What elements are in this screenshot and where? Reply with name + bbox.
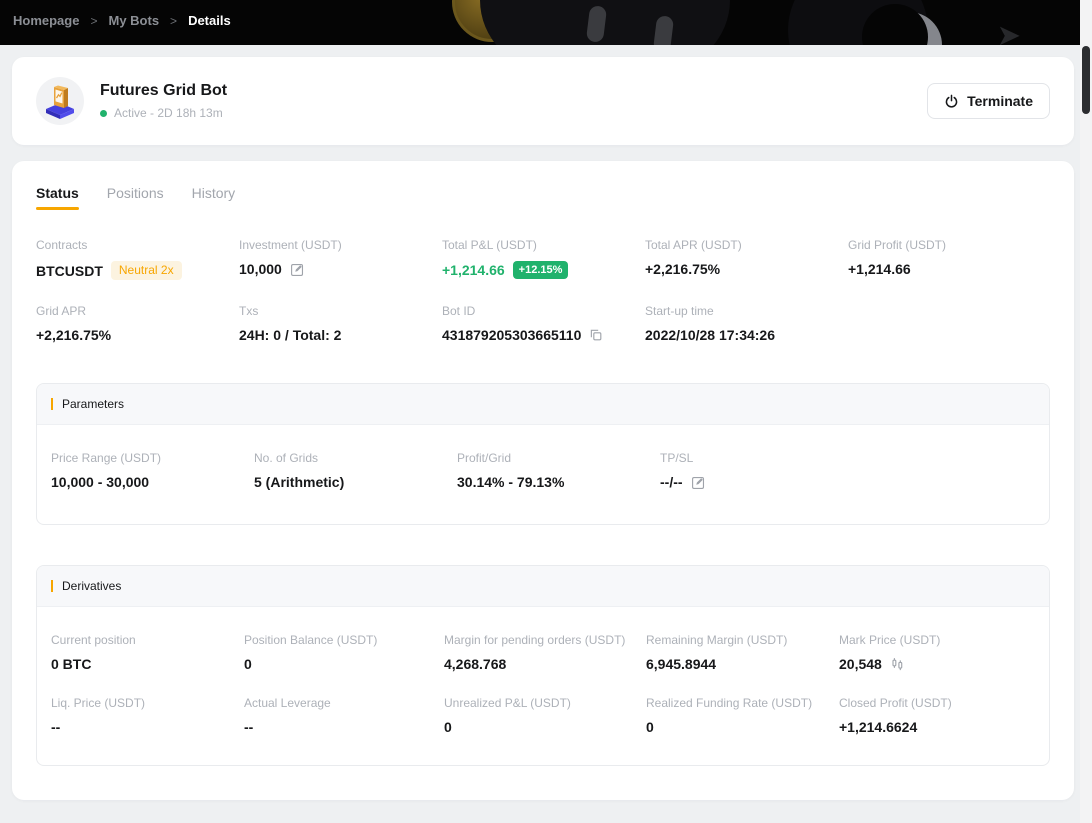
tpsl-value: --/-- [660,474,683,490]
candlestick-chart-icon[interactable] [890,657,905,672]
power-icon [944,94,959,109]
startup-time-value: 2022/10/28 17:34:26 [645,327,848,343]
breadcrumb: Homepage > My Bots > Details [13,13,231,28]
tab-positions[interactable]: Positions [107,185,164,210]
grids-value: 5 (Arithmetic) [254,474,457,490]
deriv-actual-leverage: Actual Leverage -- [244,696,444,735]
arrow-illustration: ➤ [998,20,1020,45]
scrollbar-thumb[interactable] [1082,46,1090,114]
txs-value: 24H: 0 / Total: 2 [239,327,442,343]
bot-status-text: Active - 2D 18h 13m [114,106,223,120]
edit-tpsl-icon[interactable] [691,475,706,490]
stat-contracts: Contracts BTCUSDT Neutral 2x [36,238,239,280]
param-price-range: Price Range (USDT) 10,000 - 30,000 [51,451,254,490]
breadcrumb-separator: > [170,14,177,28]
breadcrumb-separator: > [90,14,97,28]
investment-value: 10,000 [239,261,282,277]
details-card: Status Positions History Contracts BTCUS… [12,161,1074,800]
deriv-remaining-margin: Remaining Margin (USDT) 6,945.8944 [646,633,839,672]
remaining-margin-value: 6,945.8944 [646,656,839,672]
breadcrumb-homepage[interactable]: Homepage [13,13,79,28]
profit-grid-value: 30.14% - 79.13% [457,474,660,490]
deriv-position-balance: Position Balance (USDT) 0 [244,633,444,672]
closed-profit-value: +1,214.6624 [839,719,1035,735]
param-grids: No. of Grids 5 (Arithmetic) [254,451,457,490]
stat-txs: Txs 24H: 0 / Total: 2 [239,304,442,343]
stat-startup-time: Start-up time 2022/10/28 17:34:26 [645,304,848,343]
breadcrumb-my-bots[interactable]: My Bots [108,13,159,28]
grid-bot-icon [38,79,82,123]
liq-price-value: -- [51,719,244,735]
tab-bar: Status Positions History [36,185,1050,210]
leverage-badge: Neutral 2x [111,261,182,280]
stat-grid-profit: Grid Profit (USDT) +1,214.66 [848,238,1050,280]
pnl-percent-badge: +12.15% [513,261,569,279]
contracts-value: BTCUSDT [36,263,103,279]
derivatives-header: Derivatives [37,566,1049,607]
mark-price-value: 20,548 [839,656,882,672]
deriv-mark-price: Mark Price (USDT) 20,548 [839,633,1035,672]
stat-bot-id: Bot ID 431879205303665110 [442,304,645,343]
deriv-margin-pending: Margin for pending orders (USDT) 4,268.7… [444,633,646,672]
total-apr-value: +2,216.75% [645,261,848,277]
edit-investment-icon[interactable] [290,262,305,277]
derivatives-grid: Current position 0 BTC Position Balance … [37,607,1049,765]
parameters-section: Parameters Price Range (USDT) 10,000 - 3… [36,383,1050,525]
bot-status: Active - 2D 18h 13m [100,106,227,120]
active-status-dot [100,110,107,117]
bot-info: Futures Grid Bot Active - 2D 18h 13m [100,82,227,120]
stat-grid-apr: Grid APR +2,216.75% [36,304,239,343]
page-title: Futures Grid Bot [100,82,227,100]
stat-investment: Investment (USDT) 10,000 [239,238,442,280]
status-summary-grid: Contracts BTCUSDT Neutral 2x Investment … [36,238,1050,343]
bot-avatar [36,77,84,125]
param-profit-grid: Profit/Grid 30.14% - 79.13% [457,451,660,490]
bot-id-value: 431879205303665110 [442,327,581,343]
section-accent-bar [51,398,53,410]
realized-funding-value: 0 [646,719,839,735]
parameters-header: Parameters [37,384,1049,425]
stat-total-pnl: Total P&L (USDT) +1,214.66 +12.15% [442,238,645,280]
actual-leverage-value: -- [244,719,444,735]
derivatives-title: Derivatives [62,579,121,593]
scrollbar[interactable] [1080,0,1092,823]
tab-status[interactable]: Status [36,185,79,210]
current-position-value: 0 BTC [51,656,244,672]
tab-history[interactable]: History [192,185,236,210]
margin-pending-value: 4,268.768 [444,656,646,672]
position-balance-value: 0 [244,656,444,672]
deriv-unrealized-pnl: Unrealized P&L (USDT) 0 [444,696,646,735]
grid-apr-value: +2,216.75% [36,327,239,343]
deriv-closed-profit: Closed Profit (USDT) +1,214.6624 [839,696,1035,735]
derivatives-section: Derivatives Current position 0 BTC Posit… [36,565,1050,766]
section-accent-bar [51,580,53,592]
deriv-current-position: Current position 0 BTC [51,633,244,672]
deriv-realized-funding: Realized Funding Rate (USDT) 0 [646,696,839,735]
breadcrumb-details: Details [188,13,231,28]
deriv-liq-price: Liq. Price (USDT) -- [51,696,244,735]
parameters-title: Parameters [62,397,124,411]
copy-bot-id-icon[interactable] [589,328,603,342]
grid-profit-value: +1,214.66 [848,261,1050,277]
parameters-grid: Price Range (USDT) 10,000 - 30,000 No. o… [37,425,1049,524]
stat-total-apr: Total APR (USDT) +2,216.75% [645,238,848,280]
total-pnl-value: +1,214.66 [442,262,505,278]
bot-header-card: Futures Grid Bot Active - 2D 18h 13m Ter… [12,57,1074,145]
terminate-label: Terminate [967,93,1033,109]
price-range-value: 10,000 - 30,000 [51,474,254,490]
param-tpsl: TP/SL --/-- [660,451,1035,490]
terminate-button[interactable]: Terminate [927,83,1050,119]
unrealized-pnl-value: 0 [444,719,646,735]
